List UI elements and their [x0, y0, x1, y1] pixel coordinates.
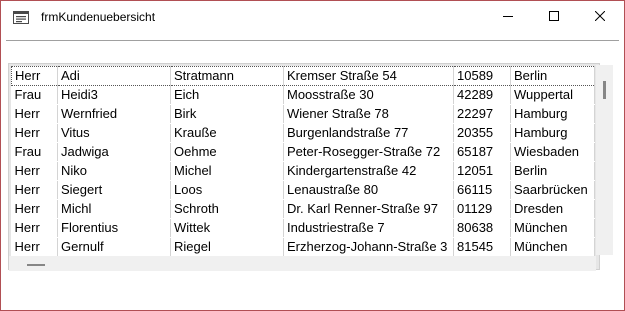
street-cell[interactable]: Burgenlandstraße 77 [283, 123, 454, 143]
street-cell[interactable]: Peter-Rosegger-Straße 72 [283, 142, 454, 162]
maximize-icon [549, 8, 559, 26]
city-cell[interactable]: Saarbrücken [510, 180, 595, 200]
street-cell[interactable]: Industriestraße 7 [283, 218, 454, 238]
table-row[interactable]: Herr Michl Schroth Dr. Karl Renner-Straß… [11, 199, 595, 219]
salutation-cell[interactable]: Herr [11, 161, 58, 181]
city-cell[interactable]: Berlin [510, 161, 595, 181]
firstname-cell[interactable]: Niko [57, 161, 171, 181]
zip-cell[interactable]: 01129 [453, 199, 511, 219]
city-cell[interactable]: München [510, 218, 595, 238]
salutation-cell[interactable]: Herr [11, 237, 58, 257]
vertical-scroll-thumb[interactable] [603, 81, 606, 99]
street-cell[interactable]: Moosstraße 30 [283, 85, 454, 105]
firstname-cell[interactable]: Heidi3 [57, 85, 171, 105]
street-cell[interactable]: Kremser Straße 54 [283, 66, 454, 86]
salutation-cell[interactable]: Herr [11, 123, 58, 143]
close-icon [594, 8, 606, 26]
zip-cell[interactable]: 80638 [453, 218, 511, 238]
city-cell[interactable]: Wiesbaden [510, 142, 595, 162]
table-row[interactable]: Herr Florentius Wittek Industriestraße 7… [11, 218, 595, 238]
vertical-scrollbar[interactable] [596, 65, 613, 255]
zip-cell[interactable]: 42289 [453, 85, 511, 105]
maximize-button[interactable] [531, 1, 577, 33]
zip-cell[interactable]: 20355 [453, 123, 511, 143]
firstname-cell[interactable]: Florentius [57, 218, 171, 238]
form-icon [13, 11, 29, 24]
form-header-divider [6, 40, 619, 41]
city-cell[interactable]: Berlin [510, 66, 595, 86]
horizontal-scroll-thumb[interactable] [27, 264, 45, 266]
table-row[interactable]: Frau Jadwiga Oehme Peter-Rosegger-Straße… [11, 142, 595, 162]
salutation-cell[interactable]: Frau [11, 85, 58, 105]
street-cell[interactable]: Dr. Karl Renner-Straße 97 [283, 199, 454, 219]
title-bar[interactable]: frmKundenuebersicht [1, 1, 624, 33]
city-cell[interactable]: Hamburg [510, 104, 595, 124]
zip-cell[interactable]: 10589 [453, 66, 511, 86]
table-row[interactable]: Frau Heidi3 Eich Moosstraße 30 42289 Wup… [11, 85, 595, 105]
table-row[interactable]: Herr Vitus Krauße Burgenlandstraße 77 20… [11, 123, 595, 143]
zip-cell[interactable]: 66115 [453, 180, 511, 200]
salutation-cell[interactable]: Herr [11, 104, 58, 124]
lastname-cell[interactable]: Riegel [170, 237, 284, 257]
lastname-cell[interactable]: Wittek [170, 218, 284, 238]
street-cell[interactable]: Erzherzog-Johann-Straße 3 [283, 237, 454, 257]
customer-datasheet[interactable]: Herr Adi Stratmann Kremser Straße 54 105… [8, 63, 600, 270]
zip-cell[interactable]: 81545 [453, 237, 511, 257]
firstname-cell[interactable]: Jadwiga [57, 142, 171, 162]
lastname-cell[interactable]: Eich [170, 85, 284, 105]
salutation-cell[interactable]: Herr [11, 199, 58, 219]
zip-cell[interactable]: 65187 [453, 142, 511, 162]
table-row[interactable]: Herr Siegert Loos Lenaustraße 80 66115 S… [11, 180, 595, 200]
firstname-cell[interactable]: Adi [57, 66, 171, 86]
street-cell[interactable]: Kindergartenstraße 42 [283, 161, 454, 181]
firstname-cell[interactable]: Michl [57, 199, 171, 219]
table-row[interactable]: Herr Adi Stratmann Kremser Straße 54 105… [11, 66, 595, 86]
minimize-icon [503, 8, 513, 26]
city-cell[interactable]: Dresden [510, 199, 595, 219]
street-cell[interactable]: Lenaustraße 80 [283, 180, 454, 200]
zip-cell[interactable]: 12051 [453, 161, 511, 181]
lastname-cell[interactable]: Schroth [170, 199, 284, 219]
lastname-cell[interactable]: Stratmann [170, 66, 284, 86]
horizontal-scrollbar[interactable] [9, 256, 596, 271]
firstname-cell[interactable]: Vitus [57, 123, 171, 143]
salutation-cell[interactable]: Frau [11, 142, 58, 162]
lastname-cell[interactable]: Oehme [170, 142, 284, 162]
street-cell[interactable]: Wiener Straße 78 [283, 104, 454, 124]
salutation-cell[interactable]: Herr [11, 66, 58, 86]
lastname-cell[interactable]: Loos [170, 180, 284, 200]
window-title: frmKundenuebersicht [41, 10, 156, 24]
firstname-cell[interactable]: Wernfried [57, 104, 171, 124]
customer-table: Herr Adi Stratmann Kremser Straße 54 105… [11, 66, 595, 257]
zip-cell[interactable]: 22297 [453, 104, 511, 124]
firstname-cell[interactable]: Siegert [57, 180, 171, 200]
city-cell[interactable]: Wuppertal [510, 85, 595, 105]
table-row[interactable]: Herr Wernfried Birk Wiener Straße 78 222… [11, 104, 595, 124]
table-row[interactable]: Herr Niko Michel Kindergartenstraße 42 1… [11, 161, 595, 181]
close-button[interactable] [577, 1, 623, 33]
minimize-button[interactable] [485, 1, 531, 33]
city-cell[interactable]: Hamburg [510, 123, 595, 143]
firstname-cell[interactable]: Gernulf [57, 237, 171, 257]
salutation-cell[interactable]: Herr [11, 180, 58, 200]
lastname-cell[interactable]: Michel [170, 161, 284, 181]
salutation-cell[interactable]: Herr [11, 218, 58, 238]
form-window: frmKundenuebersicht Herr Adi Stratmann K… [0, 0, 625, 311]
lastname-cell[interactable]: Birk [170, 104, 284, 124]
city-cell[interactable]: München [510, 237, 595, 257]
lastname-cell[interactable]: Krauße [170, 123, 284, 143]
table-row[interactable]: Herr Gernulf Riegel Erzherzog-Johann-Str… [11, 237, 595, 257]
